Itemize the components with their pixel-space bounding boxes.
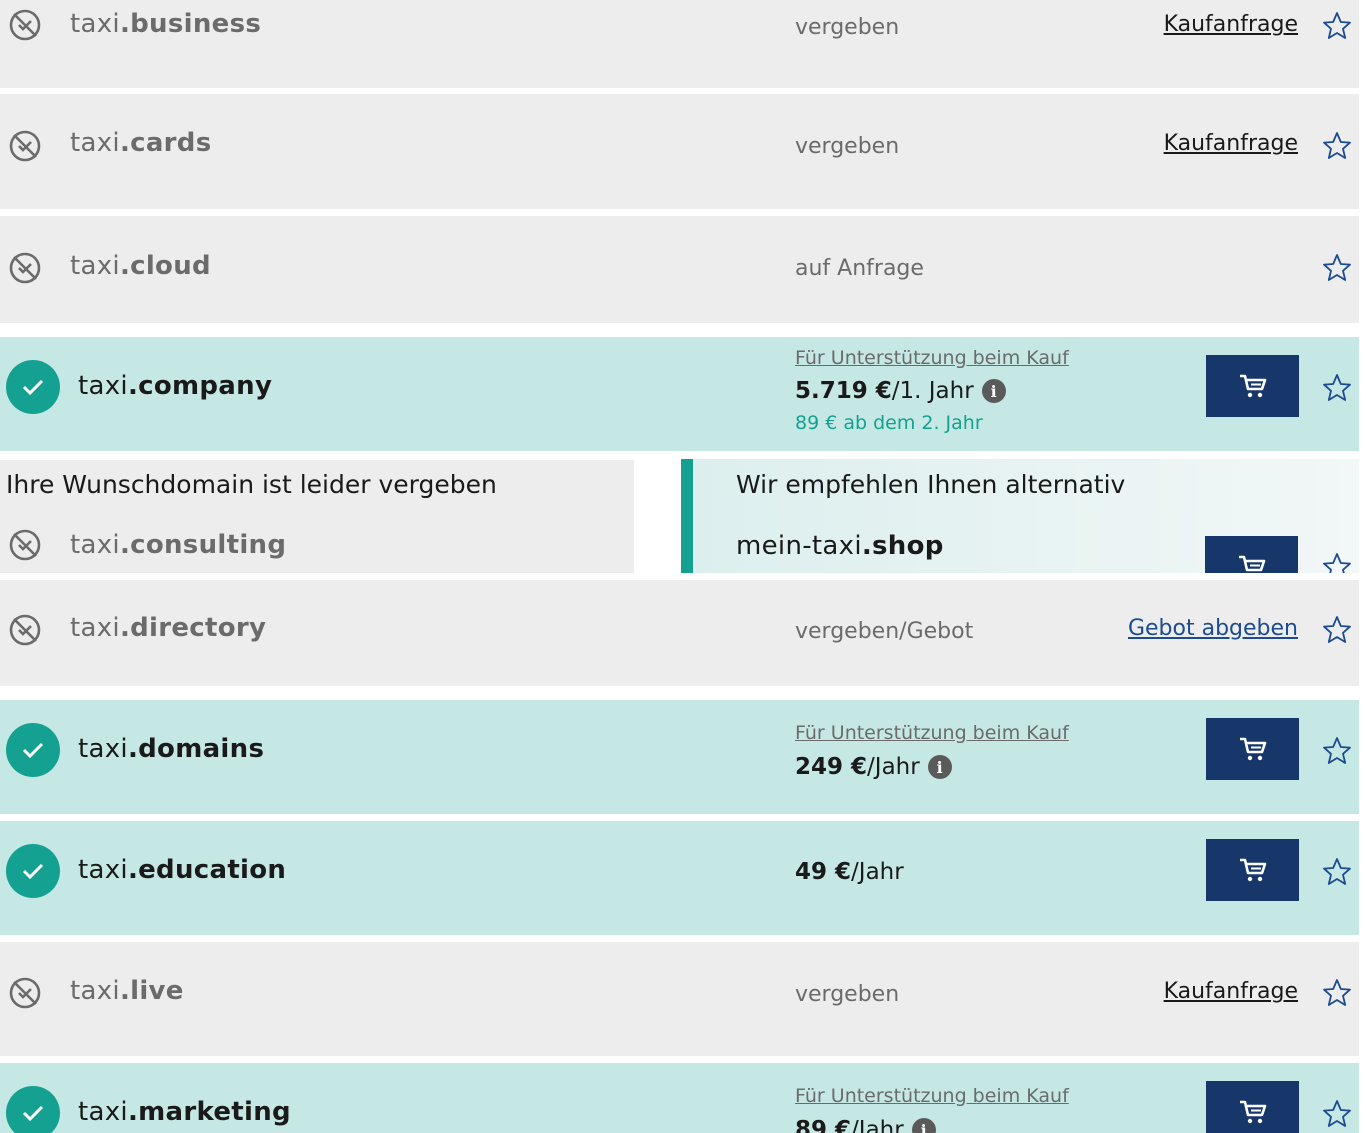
cart-icon — [1239, 858, 1266, 882]
domain-row: taxi.business vergeben Kaufanfrage — [0, 0, 1359, 88]
domain-row: taxi.directory vergeben/Gebot Gebot abge… — [0, 580, 1359, 686]
cart-icon — [1238, 555, 1265, 572]
taken-notice-panel: Ihre Wunschdomain ist leider vergeben ta… — [0, 460, 634, 573]
domain-name: taxi.directory — [70, 613, 267, 643]
cart-icon — [1239, 737, 1266, 761]
check-icon — [6, 1086, 60, 1133]
star-icon[interactable] — [1322, 736, 1352, 766]
price: 5.719 €/1. Jahr i — [795, 378, 1006, 404]
add-to-cart-button[interactable] — [1206, 718, 1299, 780]
purchase-support-link[interactable]: Für Unterstützung beim Kauf — [795, 722, 1069, 744]
purchase-support-link[interactable]: Für Unterstützung beim Kauf — [795, 347, 1069, 369]
taken-icon — [9, 614, 41, 646]
check-icon — [6, 844, 60, 898]
domain-name: taxi.cards — [70, 128, 212, 158]
domain-row: taxi.company Für Unterstützung beim Kauf… — [0, 337, 1359, 451]
star-icon[interactable] — [1322, 373, 1352, 403]
star-icon[interactable] — [1322, 615, 1352, 645]
purchase-support-link[interactable]: Für Unterstützung beim Kauf — [795, 1085, 1069, 1107]
taken-icon — [9, 130, 41, 162]
star-icon[interactable] — [1322, 131, 1352, 161]
cart-icon — [1239, 374, 1266, 398]
star-icon[interactable] — [1322, 552, 1352, 573]
taken-icon — [9, 977, 41, 1009]
domain-name: taxi.education — [78, 855, 287, 885]
domain-name: taxi.marketing — [78, 1097, 291, 1127]
domain-status: vergeben — [795, 982, 900, 1007]
suggested-domain-name: mein-taxi.shop — [736, 531, 944, 561]
taken-icon — [9, 252, 41, 284]
purchase-request-link[interactable]: Kaufanfrage — [1164, 979, 1298, 1004]
alternative-suggestion-panel: Wir empfehlen Ihnen alternativ mein-taxi… — [681, 459, 1359, 573]
domain-name: taxi.company — [78, 371, 273, 401]
check-icon — [6, 723, 60, 777]
domain-name: taxi.domains — [78, 734, 265, 764]
purchase-request-link[interactable]: Kaufanfrage — [1164, 131, 1298, 156]
info-icon[interactable]: i — [911, 1118, 936, 1133]
domain-row: taxi.domains Für Unterstützung beim Kauf… — [0, 700, 1359, 814]
domain-name: taxi.cloud — [70, 251, 211, 281]
domain-name: taxi.business — [70, 9, 262, 39]
price: 89 €/Jahr i — [795, 1117, 936, 1133]
domain-row: taxi.cards vergeben Kaufanfrage — [0, 94, 1359, 209]
alternative-heading: Wir empfehlen Ihnen alternativ — [736, 470, 1126, 499]
renewal-price: 89 € ab dem 2. Jahr — [795, 412, 983, 434]
domain-row: taxi.cloud auf Anfrage — [0, 216, 1359, 323]
cart-icon — [1239, 1100, 1266, 1124]
add-to-cart-button[interactable] — [1206, 1081, 1299, 1133]
star-icon[interactable] — [1322, 11, 1352, 41]
star-icon[interactable] — [1322, 978, 1352, 1008]
domain-row: taxi.marketing Für Unterstützung beim Ka… — [0, 1063, 1359, 1133]
place-bid-link[interactable]: Gebot abgeben — [1128, 616, 1298, 641]
add-to-cart-button[interactable] — [1206, 839, 1299, 901]
add-to-cart-button[interactable] — [1206, 355, 1299, 417]
price: 49 €/Jahr — [795, 859, 904, 885]
domain-status: vergeben — [795, 134, 900, 159]
price: 249 €/Jahr i — [795, 754, 952, 780]
star-icon[interactable] — [1322, 1099, 1352, 1129]
domain-name: taxi.live — [70, 976, 184, 1006]
info-icon[interactable]: i — [927, 755, 952, 779]
domain-status: auf Anfrage — [795, 256, 924, 281]
domain-name: taxi.consulting — [70, 530, 287, 560]
domain-row: taxi.live vergeben Kaufanfrage — [0, 942, 1359, 1056]
check-icon — [6, 360, 60, 414]
domain-status: vergeben/Gebot — [795, 619, 974, 644]
star-icon[interactable] — [1322, 857, 1352, 887]
add-to-cart-button[interactable] — [1205, 536, 1298, 573]
star-icon[interactable] — [1322, 253, 1352, 283]
domain-row: taxi.education 49 €/Jahr — [0, 821, 1359, 935]
purchase-request-link[interactable]: Kaufanfrage — [1164, 12, 1298, 37]
taken-icon — [9, 529, 41, 561]
taken-icon — [9, 9, 41, 41]
taken-notice-heading: Ihre Wunschdomain ist leider vergeben — [6, 470, 497, 499]
info-icon[interactable]: i — [981, 379, 1006, 403]
domain-status: vergeben — [795, 15, 900, 40]
